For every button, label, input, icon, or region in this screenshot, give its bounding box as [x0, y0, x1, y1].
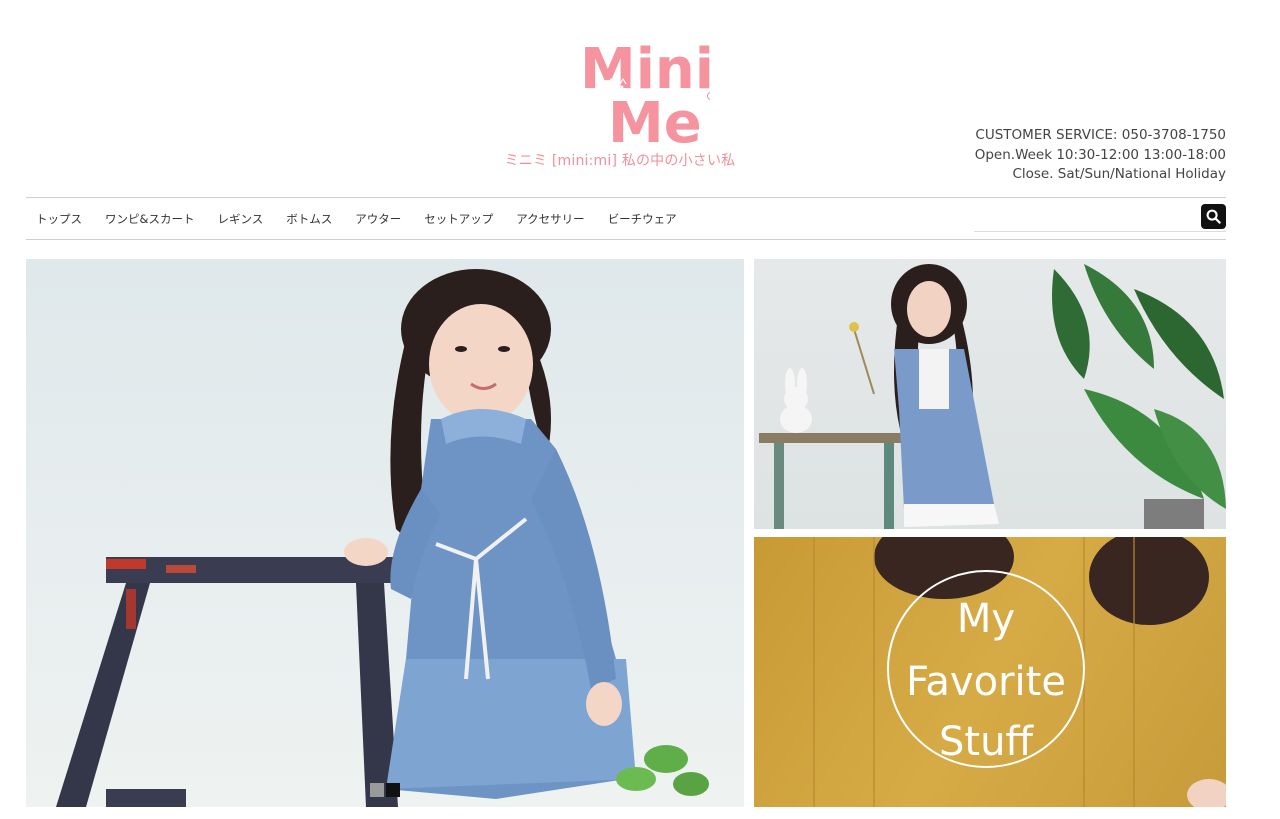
nav-item-accessories[interactable]: アクセサリー [516, 211, 584, 227]
logo-line2: Me [608, 91, 702, 148]
customer-service-hours: Open.Week 10:30-12:00 13:00-18:00 [974, 146, 1226, 163]
search-icon [1206, 209, 1221, 224]
nav-list: トップス ワンピ&スカート レギンス ボトムス アウター セットアップ アクセサ… [36, 198, 700, 239]
search-input[interactable] [974, 204, 1184, 228]
slider-dots [370, 783, 400, 797]
main-nav: トップス ワンピ&スカート レギンス ボトムス アウター セットアップ アクセサ… [26, 197, 1226, 240]
side-banner-top-photo [759, 264, 1226, 529]
slider-dot-2[interactable] [386, 783, 400, 797]
nav-item-dress-skirt[interactable]: ワンピ&スカート [105, 211, 194, 227]
customer-service-closed: Close. Sat/Sun/National Holiday [1012, 166, 1226, 182]
search-button[interactable] [1201, 204, 1226, 229]
nav-item-outer[interactable]: アウター [355, 211, 401, 227]
search-box [974, 202, 1226, 232]
side-banner-top[interactable] [754, 259, 1226, 529]
nav-item-bottoms[interactable]: ボトムス [286, 211, 332, 227]
nav-item-beachwear[interactable]: ビーチウェア [608, 211, 677, 227]
nav-item-tops[interactable]: トップス [36, 211, 82, 227]
side-banner-bottom-photo: My Favorite Stuff [813, 537, 1226, 807]
slider-dot-1[interactable] [370, 783, 384, 797]
minime-logo-icon: Mini Me [580, 37, 710, 148]
site-logo[interactable]: Mini Me ミニミ [mini:mi] 私の中の小さい私 [500, 26, 740, 176]
nav-item-setup[interactable]: セットアップ [424, 211, 493, 227]
customer-service-phone: CUSTOMER SERVICE: 050-3708-1750 [975, 127, 1226, 143]
stepladder-shape [56, 557, 398, 807]
banner-text-line2: Favorite [906, 659, 1066, 705]
brand-tagline: ミニミ [mini:mi] 私の中の小さい私 [504, 153, 736, 169]
side-banner-bottom[interactable]: My Favorite Stuff [754, 537, 1226, 807]
customer-service-info: CUSTOMER SERVICE: 050-3708-1750 Open.Wee… [975, 126, 1226, 185]
hero-photo [56, 269, 709, 807]
nav-item-leggings[interactable]: レギンス [217, 211, 263, 227]
banner-text-line1: My [957, 596, 1015, 642]
banner-text-line3: Stuff [939, 719, 1034, 765]
hero-banner[interactable] [26, 259, 744, 807]
